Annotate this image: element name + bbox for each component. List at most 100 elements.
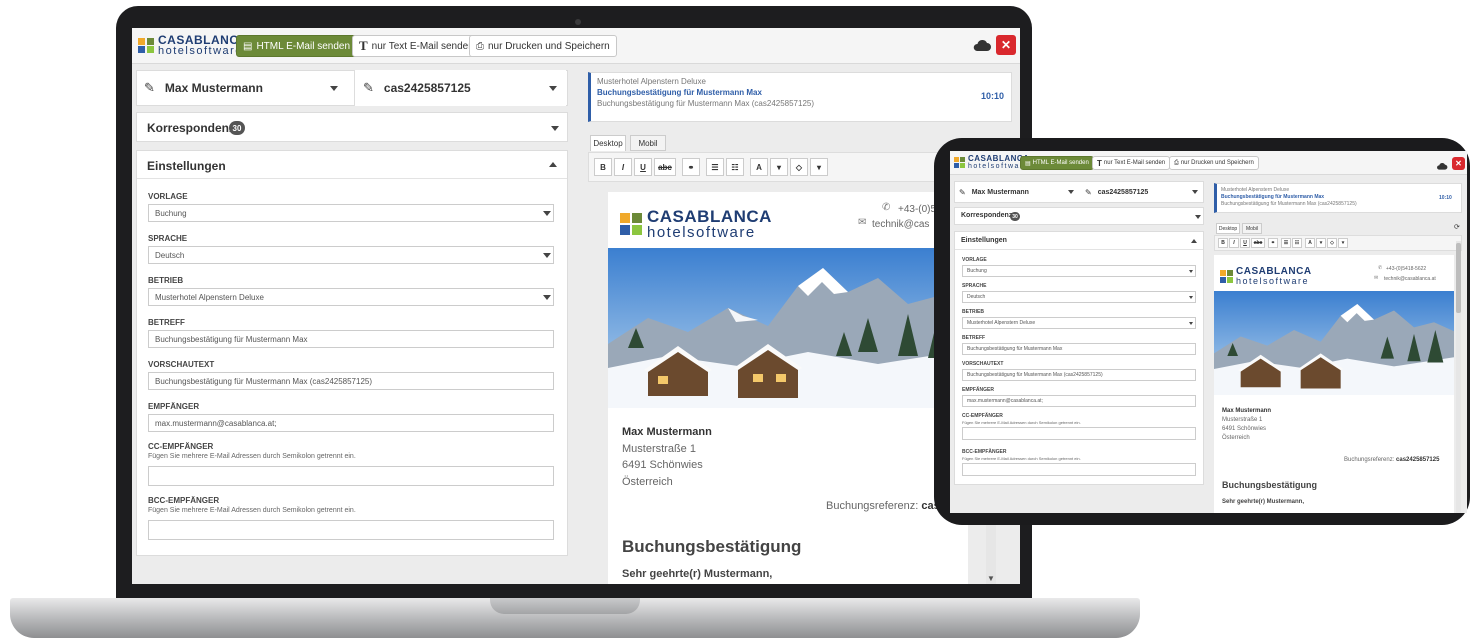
subject-input[interactable]: Buchungsbestätigung für Mustermann Max	[148, 330, 554, 348]
tablet-preview-text-label: VORSCHAUTEXT	[962, 361, 1004, 367]
underline-button[interactable]: U	[634, 158, 652, 176]
tablet-tab-desktop[interactable]: Desktop	[1216, 223, 1240, 234]
language-select[interactable]: Deutsch	[148, 246, 554, 264]
tablet-bullet-list-button[interactable]: ☰	[1281, 238, 1291, 248]
tablet-cc-input[interactable]	[962, 427, 1196, 440]
tablet-scroll-thumb[interactable]	[1456, 243, 1461, 313]
bold-button[interactable]: B	[594, 158, 612, 176]
tablet-correspondence-panel[interactable]: Korrespondenz 30	[954, 207, 1204, 225]
tablet-business-label: BETRIEB	[962, 309, 984, 315]
send-html-button[interactable]: ▤ HTML E-Mail senden	[236, 35, 358, 57]
bcc-input[interactable]	[148, 520, 554, 540]
preview-text-value: Buchungsbestätigung für Mustermann Max (…	[155, 376, 373, 386]
chevron-down-icon	[330, 86, 338, 91]
chevron-down-icon	[543, 253, 551, 258]
settings-header[interactable]: Einstellungen	[137, 151, 567, 179]
email-logo: CASABLANCA hotelsoftware	[620, 208, 772, 240]
tablet-recipient-input[interactable]: max.mustermann@casablanca.at;	[962, 395, 1196, 407]
tablet-booking-select[interactable]: ✎ cas2425857125	[1080, 181, 1204, 203]
phone-icon: ✆	[882, 202, 891, 213]
tablet-address-country: Österreich	[1222, 435, 1250, 441]
tablet-settings-header[interactable]: Einstellungen	[955, 232, 1203, 250]
mail-subject: Buchungsbestätigung für Mustermann Max	[597, 88, 762, 97]
tablet-logo: CASABLANCA hotelsoftware	[954, 155, 1029, 170]
tablet-business-select[interactable]: Musterhotel Alpenstern Deluxe	[962, 317, 1196, 329]
cc-input[interactable]	[148, 466, 554, 486]
chevron-down-icon	[549, 86, 557, 91]
tablet-bcc-input[interactable]	[962, 463, 1196, 476]
scroll-down-icon[interactable]: ▼	[987, 574, 995, 583]
tablet-close-button[interactable]: ✕	[1452, 157, 1465, 170]
tablet-print-button[interactable]: ⎙ nur Drucken und Speichern	[1169, 156, 1259, 170]
bullet-list-button[interactable]: ☰	[706, 158, 724, 176]
text-icon: T	[359, 38, 368, 53]
chevron-up-icon	[1191, 239, 1197, 243]
tablet-tab-mobile[interactable]: Mobil	[1242, 223, 1262, 234]
tablet-subject-label: BETREFF	[962, 335, 986, 341]
tablet-send-html-button[interactable]: ▤ HTML E-Mail senden	[1020, 156, 1094, 170]
guest-name: Max Mustermann	[164, 81, 263, 95]
tablet-guest-select[interactable]: ✎ Max Mustermann	[954, 181, 1078, 203]
font-color-dropdown-button[interactable]: ▾	[770, 158, 788, 176]
correspondence-count: 30	[229, 121, 245, 135]
booking-reference-label: Buchungsreferenz:	[826, 500, 919, 512]
printer-icon: ⎙	[1174, 159, 1179, 166]
tablet-fill-color-dropdown-button[interactable]: ▾	[1338, 238, 1348, 248]
tablet-underline-button[interactable]: U	[1240, 238, 1250, 248]
italic-button[interactable]: I	[614, 158, 632, 176]
bcc-hint: Fügen Sie mehrere E-Mail Adressen durch …	[148, 507, 356, 514]
cc-label: CC-EMPFÄNGER	[148, 442, 214, 451]
fill-color-dropdown-button[interactable]: ▾	[810, 158, 828, 176]
tablet-bold-button[interactable]: B	[1218, 238, 1228, 248]
tablet-font-color-dropdown-button[interactable]: ▾	[1316, 238, 1326, 248]
tablet-email-address: technik@casablanca.at	[1384, 276, 1436, 282]
bcc-label: BCC-EMPFÄNGER	[148, 496, 220, 505]
tablet-template-value: Buchung	[967, 268, 987, 274]
send-text-button[interactable]: Tnur Text E-Mail senden	[352, 35, 481, 57]
business-select[interactable]: Musterhotel Alpenstern Deluxe	[148, 288, 554, 306]
subject-value: Buchungsbestätigung für Mustermann Max	[155, 334, 308, 344]
text-icon: T	[1097, 158, 1102, 168]
strikethrough-button[interactable]: abc	[654, 158, 676, 176]
tablet-font-color-button[interactable]: A	[1305, 238, 1315, 248]
guest-select[interactable]: ✎ Max Mustermann	[136, 70, 348, 106]
tablet-preview-text-input[interactable]: Buchungsbestätigung für Mustermann Max (…	[962, 369, 1196, 381]
email-address: technik@cas	[872, 219, 930, 230]
tablet-send-text-button[interactable]: Tnur Text E-Mail senden	[1092, 156, 1171, 170]
chevron-down-icon	[1189, 322, 1193, 325]
font-color-button[interactable]: A	[750, 158, 768, 176]
tablet-italic-button[interactable]: I	[1229, 238, 1239, 248]
correspondence-panel[interactable]: Korrespondenz 30	[136, 112, 568, 142]
tablet-cloud-icon[interactable]	[1436, 158, 1448, 170]
send-text-label: nur Text E-Mail senden	[371, 40, 474, 52]
tablet-link-button[interactable]: ⚭	[1268, 238, 1278, 248]
booking-select[interactable]: ✎ cas2425857125	[354, 70, 566, 106]
tablet-strikethrough-button[interactable]: abc	[1251, 238, 1265, 248]
email-phone: +43-(0)5	[898, 204, 937, 215]
preview-text-input[interactable]: Buchungsbestätigung für Mustermann Max (…	[148, 372, 554, 390]
tablet-subject-input[interactable]: Buchungsbestätigung für Mustermann Max	[962, 343, 1196, 355]
close-button[interactable]: ✕	[996, 35, 1016, 55]
tab-desktop[interactable]: Desktop	[590, 135, 626, 151]
numbered-list-button[interactable]: ☷	[726, 158, 744, 176]
tablet-language-select[interactable]: Deutsch	[962, 291, 1196, 303]
tab-mobile[interactable]: Mobil	[630, 135, 666, 151]
tablet-fill-color-button[interactable]: ◇	[1327, 238, 1337, 248]
chevron-down-icon	[543, 295, 551, 300]
tablet-numbered-list-button[interactable]: ☷	[1292, 238, 1302, 248]
link-button[interactable]: ⚭	[682, 158, 700, 176]
address-name: Max Mustermann	[622, 426, 712, 438]
email-logo-bottom: hotelsoftware	[647, 224, 756, 241]
pencil-icon: ✎	[144, 80, 155, 95]
tablet-template-select[interactable]: Buchung	[962, 265, 1196, 277]
recipient-input[interactable]: max.mustermann@casablanca.at;	[148, 414, 554, 432]
tablet-send-text-label: nur Text E-Mail senden	[1103, 160, 1166, 166]
fill-color-button[interactable]: ◇	[790, 158, 808, 176]
cloud-icon[interactable]	[972, 37, 992, 53]
tablet-email-logo-bottom: hotelsoftware	[1236, 276, 1310, 286]
tablet-correspondence-label: Korrespondenz	[961, 212, 1013, 219]
template-select[interactable]: Buchung	[148, 204, 554, 222]
refresh-icon[interactable]: ⟳	[1454, 223, 1460, 231]
recipient-label: EMPFÄNGER	[148, 402, 200, 411]
print-button[interactable]: ⎙ nur Drucken und Speichern	[469, 35, 617, 57]
